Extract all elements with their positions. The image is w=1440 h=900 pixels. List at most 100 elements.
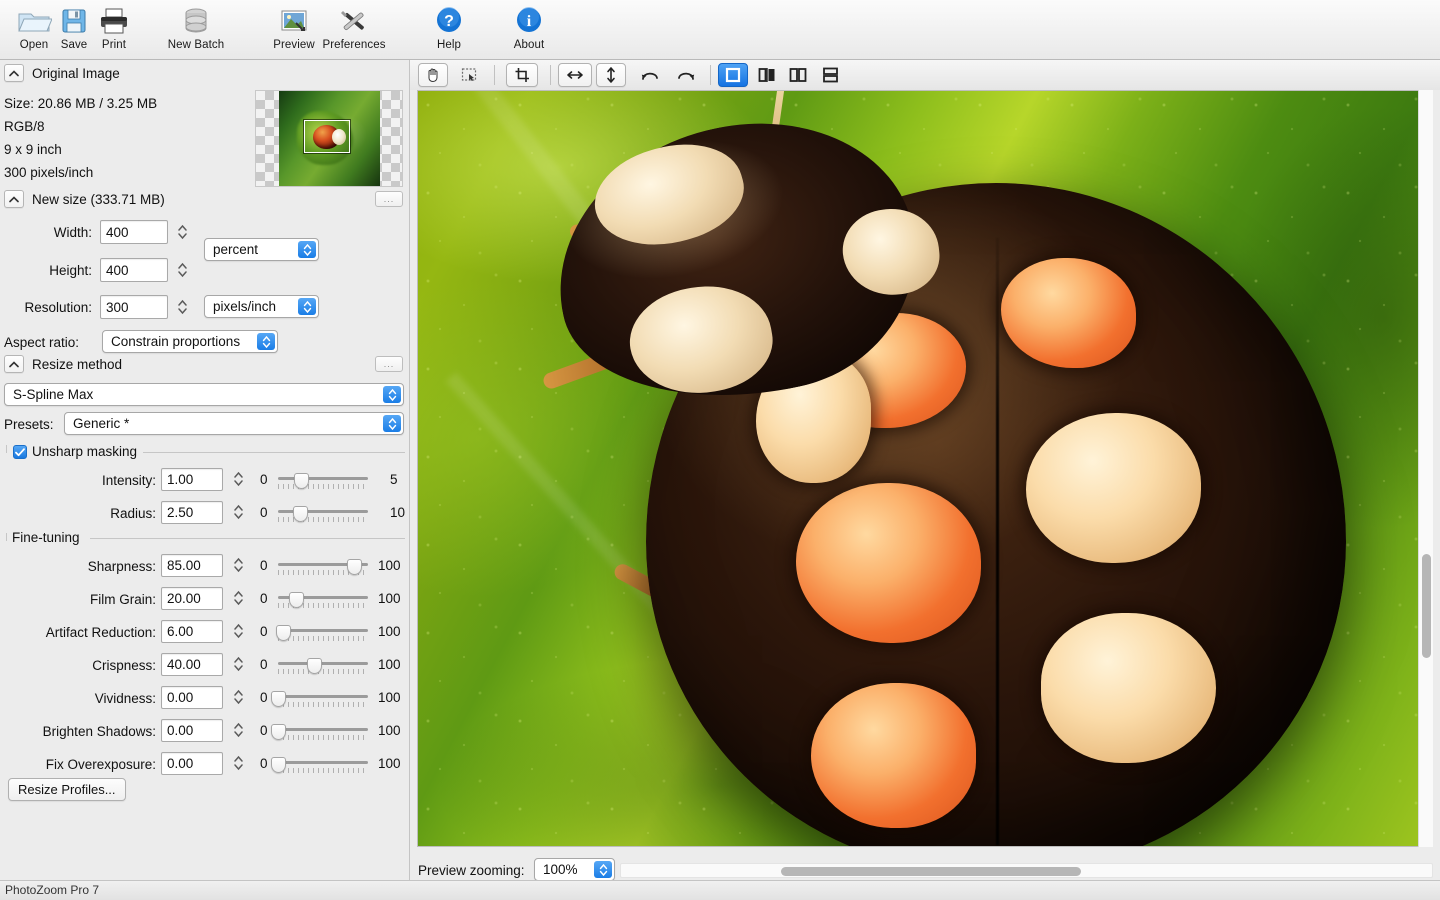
- resolution-unit-select[interactable]: pixels/inch: [204, 295, 319, 318]
- width-stepper[interactable]: [176, 220, 189, 244]
- brighten-shadows-slider[interactable]: [278, 723, 368, 745]
- radius-input[interactable]: [161, 501, 223, 524]
- settings-panel: Original Image Size: 20.86 MB / 3.25 MB …: [0, 60, 410, 880]
- artifact-reduction-input[interactable]: [161, 620, 223, 643]
- slider-thumb[interactable]: [271, 757, 286, 773]
- print-button[interactable]: Print: [82, 4, 146, 51]
- fix-overexposure-input[interactable]: [161, 752, 223, 775]
- fix-overexposure-stepper[interactable]: [232, 751, 245, 775]
- intensity-input[interactable]: [161, 468, 223, 491]
- view-split[interactable]: [752, 63, 782, 87]
- artifact-reduction-label: Artifact Reduction:: [0, 625, 156, 640]
- slider-thumb[interactable]: [294, 473, 309, 489]
- resolution-label: Resolution:: [0, 300, 92, 315]
- crispness-slider[interactable]: [278, 657, 368, 679]
- sharpness-max-label: 100: [378, 558, 401, 573]
- about-button[interactable]: i About: [497, 4, 561, 51]
- resize-profiles-button[interactable]: Resize Profiles...: [8, 778, 126, 801]
- radius-stepper[interactable]: [232, 500, 245, 524]
- radius-slider[interactable]: [278, 505, 368, 527]
- flip-vertical-tool[interactable]: [596, 63, 626, 87]
- preview-zoom-select[interactable]: 100%: [534, 858, 615, 881]
- intensity-stepper[interactable]: [232, 467, 245, 491]
- vividness-input[interactable]: [161, 686, 223, 709]
- preview-vertical-scrollbar[interactable]: [1418, 90, 1433, 847]
- original-image-section-header[interactable]: Original Image: [4, 64, 120, 82]
- vividness-stepper[interactable]: [232, 685, 245, 709]
- aspect-ratio-select[interactable]: Constrain proportions: [102, 330, 278, 353]
- toolbar-separator: [494, 65, 495, 85]
- intensity-slider[interactable]: [278, 472, 368, 494]
- chevron-up-icon[interactable]: [4, 190, 24, 208]
- view-side-by-side[interactable]: [782, 63, 814, 87]
- brighten-shadows-input[interactable]: [161, 719, 223, 742]
- new-size-section-header[interactable]: New size (333.71 MB): [4, 190, 165, 208]
- brighten-shadows-stepper[interactable]: [232, 718, 245, 742]
- rotate-ccw-tool[interactable]: [634, 63, 666, 87]
- pan-hand-tool[interactable]: [418, 63, 448, 87]
- film-grain-input[interactable]: [161, 587, 223, 610]
- unsharp-masking-checkbox[interactable]: [13, 445, 27, 459]
- chevron-up-icon[interactable]: [4, 355, 24, 373]
- sharpness-stepper[interactable]: [232, 553, 245, 577]
- image-thumbnail[interactable]: [255, 90, 403, 187]
- slider-thumb[interactable]: [276, 625, 291, 641]
- new-batch-button[interactable]: New Batch: [164, 4, 228, 51]
- preview-horizontal-scrollbar[interactable]: [620, 863, 1433, 878]
- presets-select[interactable]: Generic *: [64, 412, 404, 435]
- resolution-stepper[interactable]: [176, 295, 189, 319]
- vertical-scroll-thumb[interactable]: [1422, 554, 1431, 658]
- photozoom-window: Open Save Prin: [0, 0, 1440, 900]
- thumbnail-selection-rect[interactable]: [304, 120, 350, 153]
- brighten-shadows-max-label: 100: [378, 723, 401, 738]
- slider-thumb[interactable]: [271, 724, 286, 740]
- slider-thumb[interactable]: [289, 592, 304, 608]
- crop-tool[interactable]: [506, 63, 538, 87]
- resize-method-section-header[interactable]: Resize method: [4, 355, 122, 373]
- sharpness-slider[interactable]: [278, 558, 368, 580]
- film-grain-slider[interactable]: [278, 591, 368, 613]
- group-divider: [90, 538, 405, 539]
- slider-thumb[interactable]: [271, 691, 286, 707]
- vividness-slider[interactable]: [278, 690, 368, 712]
- marquee-select-tool[interactable]: [454, 63, 484, 87]
- film-grain-stepper[interactable]: [232, 586, 245, 610]
- view-stacked[interactable]: [814, 63, 846, 87]
- printer-icon: [98, 4, 130, 38]
- brighten-shadows-min-label: 0: [260, 723, 268, 738]
- artifact-reduction-slider[interactable]: [278, 624, 368, 646]
- thumbnail-options-button[interactable]: ...: [375, 191, 403, 207]
- rotate-cw-tool[interactable]: [670, 63, 702, 87]
- slider-thumb[interactable]: [307, 658, 322, 674]
- help-button[interactable]: ? Help: [417, 4, 481, 51]
- ladybug-spot: [1026, 413, 1201, 563]
- resolution-unit-value: pixels/inch: [205, 299, 276, 314]
- ladybug-spot: [796, 483, 981, 643]
- size-unit-select[interactable]: percent: [204, 238, 319, 261]
- flip-horizontal-tool[interactable]: [558, 63, 592, 87]
- preferences-button[interactable]: Preferences: [322, 4, 386, 51]
- width-input[interactable]: [100, 220, 168, 244]
- view-single[interactable]: [718, 63, 748, 87]
- preview-button[interactable]: Preview: [262, 4, 326, 51]
- resize-method-options-button[interactable]: ...: [375, 356, 403, 372]
- sharpness-input[interactable]: [161, 554, 223, 577]
- preview-image-canvas[interactable]: [417, 90, 1425, 847]
- height-input[interactable]: [100, 258, 168, 282]
- original-resolution-text: 300 pixels/inch: [4, 165, 93, 180]
- artifact-reduction-max-label: 100: [378, 624, 401, 639]
- resolution-input[interactable]: [100, 295, 168, 319]
- chevron-up-icon[interactable]: [4, 64, 24, 82]
- slider-track: [278, 761, 368, 764]
- artifact-reduction-stepper[interactable]: [232, 619, 245, 643]
- database-icon: [180, 4, 212, 38]
- horizontal-scroll-thumb[interactable]: [781, 867, 1081, 876]
- slider-thumb[interactable]: [347, 559, 362, 575]
- fix-overexposure-slider[interactable]: [278, 756, 368, 778]
- height-stepper[interactable]: [176, 258, 189, 282]
- crispness-input[interactable]: [161, 653, 223, 676]
- crispness-stepper[interactable]: [232, 652, 245, 676]
- resize-method-select[interactable]: S-Spline Max: [4, 383, 404, 406]
- slider-thumb[interactable]: [293, 506, 308, 522]
- slider-ticks: [278, 517, 368, 522]
